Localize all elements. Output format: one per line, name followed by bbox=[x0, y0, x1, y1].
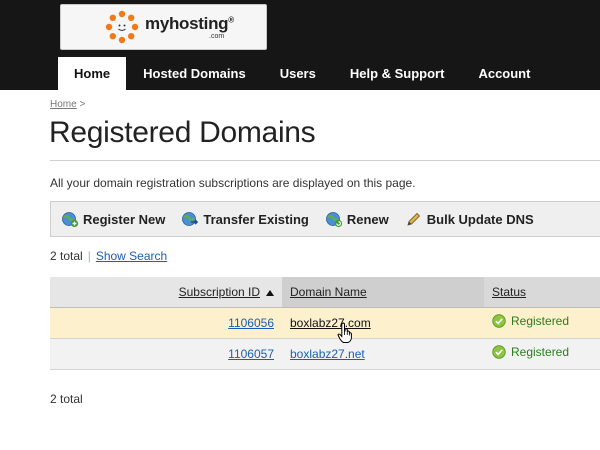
domain-name-link[interactable]: boxlabz27.net bbox=[290, 347, 365, 361]
table-row: 1106057 boxlabz27.net Registered bbox=[50, 338, 600, 370]
main-nav: Home Hosted Domains Users Help & Support… bbox=[58, 57, 547, 90]
brand-logo[interactable]: myhosting® .com bbox=[60, 4, 267, 50]
transfer-existing-label: Transfer Existing bbox=[203, 211, 309, 227]
renew-button[interactable]: Renew bbox=[325, 210, 389, 228]
domain-name-link[interactable]: boxlabz27.com bbox=[290, 316, 371, 330]
bulk-update-dns-button[interactable]: Bulk Update DNS bbox=[405, 210, 534, 228]
summary-separator: | bbox=[87, 249, 91, 263]
nav-hosted-domains[interactable]: Hosted Domains bbox=[126, 57, 263, 90]
register-new-button[interactable]: Register New bbox=[61, 210, 165, 228]
globe-plus-icon bbox=[62, 212, 79, 228]
globe-transfer-icon bbox=[182, 212, 199, 226]
check-circle-icon bbox=[492, 345, 506, 359]
site-header: myhosting® .com Home Hosted Domains User… bbox=[0, 0, 600, 90]
status-badge: Registered bbox=[492, 345, 569, 359]
footer-total-count: 2 total bbox=[50, 392, 83, 406]
nav-help-support[interactable]: Help & Support bbox=[333, 57, 462, 90]
column-header-status[interactable]: Status bbox=[484, 277, 600, 308]
sun-logo-icon bbox=[105, 10, 139, 44]
domain-name-cell: boxlabz27.net bbox=[282, 338, 484, 370]
globe-renew-icon bbox=[325, 212, 342, 228]
table-header-row: Subscription ID Domain Name Status bbox=[50, 277, 600, 308]
results-summary: 2 total | Show Search bbox=[50, 249, 167, 263]
breadcrumb-home-link[interactable]: Home bbox=[50, 99, 77, 110]
nav-home[interactable]: Home bbox=[58, 57, 127, 90]
status-cell: Registered bbox=[484, 307, 600, 339]
total-count: 2 total bbox=[50, 249, 83, 263]
subscription-id-link[interactable]: 1106056 bbox=[228, 316, 274, 330]
column-header-subscription-id[interactable]: Subscription ID bbox=[50, 277, 282, 308]
show-search-link[interactable]: Show Search bbox=[96, 249, 167, 263]
nav-account[interactable]: Account bbox=[461, 57, 547, 90]
check-circle-icon bbox=[492, 314, 506, 328]
breadcrumb: Home > bbox=[50, 99, 85, 110]
breadcrumb-separator: > bbox=[79, 99, 86, 110]
nav-users[interactable]: Users bbox=[263, 57, 333, 90]
transfer-existing-button[interactable]: Transfer Existing bbox=[181, 210, 309, 228]
status-badge: Registered bbox=[492, 314, 569, 328]
domains-table: Subscription ID Domain Name Status 11060… bbox=[50, 277, 600, 370]
status-text: Registered bbox=[511, 345, 570, 359]
renew-label: Renew bbox=[346, 211, 389, 227]
brand-name: myhosting® bbox=[145, 14, 234, 33]
column-header-domain-name[interactable]: Domain Name bbox=[282, 277, 484, 308]
status-text: Registered bbox=[511, 314, 570, 328]
page-title: Registered Domains bbox=[49, 116, 316, 149]
status-cell: Registered bbox=[484, 338, 600, 370]
table-row: 1106056 boxlabz27.com Registered bbox=[50, 307, 600, 339]
subscription-id-cell: 1106056 bbox=[50, 307, 282, 339]
title-divider bbox=[50, 160, 600, 161]
bulk-update-dns-label: Bulk Update DNS bbox=[426, 211, 534, 227]
page-intro: All your domain registration subscriptio… bbox=[50, 176, 416, 190]
subscription-id-cell: 1106057 bbox=[50, 338, 282, 370]
action-toolbar: Register New Transfer Existing Renew Bul… bbox=[50, 201, 600, 237]
hand-pointer-cursor-icon bbox=[337, 322, 352, 343]
register-new-label: Register New bbox=[83, 211, 166, 227]
brand-tld: .com bbox=[209, 33, 225, 40]
domain-name-cell: boxlabz27.com bbox=[282, 307, 484, 339]
subscription-id-link[interactable]: 1106057 bbox=[228, 347, 274, 361]
pencil-icon bbox=[407, 212, 420, 226]
sort-ascending-icon bbox=[266, 289, 274, 296]
